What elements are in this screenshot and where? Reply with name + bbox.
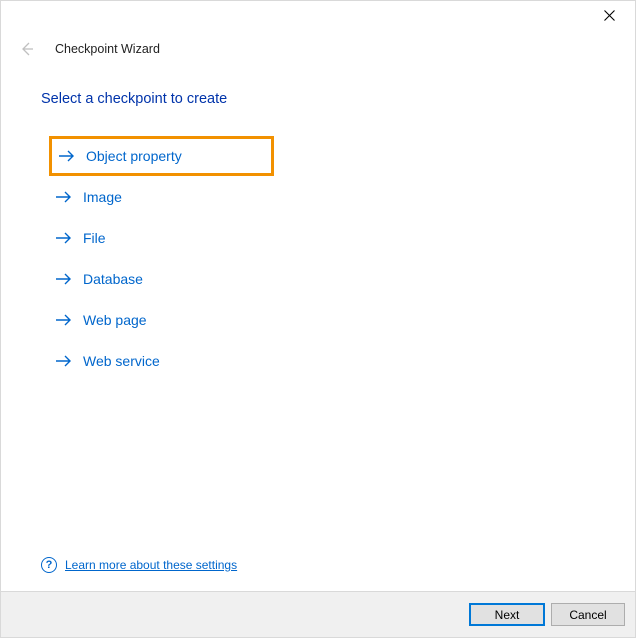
arrow-right-icon — [55, 190, 73, 204]
cancel-button[interactable]: Cancel — [551, 603, 625, 626]
help-link[interactable]: Learn more about these settings — [65, 558, 237, 572]
content-area: Select a checkpoint to create Object pro… — [1, 61, 635, 381]
title-bar — [1, 1, 635, 31]
next-button[interactable]: Next — [469, 603, 545, 626]
option-label: Object property — [86, 148, 182, 164]
header-row: Checkpoint Wizard — [1, 31, 635, 61]
option-web-page[interactable]: Web page — [55, 303, 157, 337]
option-label: Database — [83, 271, 143, 287]
arrow-right-icon — [55, 313, 73, 327]
option-database[interactable]: Database — [55, 262, 153, 296]
wizard-title: Checkpoint Wizard — [55, 42, 160, 56]
option-label: Image — [83, 189, 122, 205]
page-heading: Select a checkpoint to create — [41, 91, 595, 107]
option-image[interactable]: Image — [55, 180, 132, 214]
help-region: ? Learn more about these settings — [41, 557, 237, 573]
close-button[interactable] — [587, 2, 631, 30]
arrow-right-icon — [55, 354, 73, 368]
option-object-property[interactable]: Object property — [49, 136, 274, 176]
button-bar: Next Cancel — [1, 591, 635, 637]
arrow-right-icon — [55, 272, 73, 286]
arrow-right-icon — [58, 149, 76, 163]
help-icon: ? — [41, 557, 57, 573]
option-file[interactable]: File — [55, 221, 116, 255]
back-arrow-icon — [17, 40, 35, 61]
option-label: Web page — [83, 312, 147, 328]
option-label: Web service — [83, 353, 160, 369]
close-icon — [604, 8, 615, 24]
option-list: Object property Image File — [55, 135, 595, 381]
option-label: File — [83, 230, 106, 246]
arrow-right-icon — [55, 231, 73, 245]
back-button[interactable] — [15, 39, 37, 61]
option-web-service[interactable]: Web service — [55, 344, 170, 378]
